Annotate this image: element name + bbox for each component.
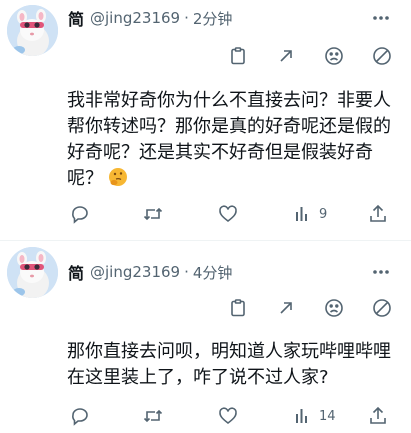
arrow-up-right-icon[interactable] bbox=[274, 44, 298, 68]
post-body: 那你直接去问呗，明知道人家玩哔哩哔哩在这里装上了，咋了说不过人家? bbox=[67, 341, 391, 388]
separator-dot: · bbox=[184, 9, 189, 27]
post-2[interactable]: 简 @jing23169 · 4分钟 那你直接去问呗，明知道人家玩哔哩哔哩在这里… bbox=[0, 242, 411, 433]
reply-icon bbox=[72, 408, 88, 426]
repost-icon bbox=[143, 207, 163, 221]
like-button[interactable] bbox=[217, 202, 239, 226]
author-name[interactable]: 简 bbox=[68, 6, 84, 30]
share-button[interactable] bbox=[367, 202, 389, 226]
author-handle[interactable]: @jing23169 bbox=[90, 9, 180, 27]
post-text: 我非常好奇你为什么不直接去问？非要人帮你转述吗？那你是真的好奇呢还是假的好奇呢？… bbox=[67, 88, 407, 192]
frown-face-icon[interactable] bbox=[322, 296, 346, 320]
post-time[interactable]: 2分钟 bbox=[193, 8, 233, 29]
action-bar: 14 bbox=[0, 402, 411, 430]
block-icon[interactable] bbox=[370, 296, 394, 320]
reply-button[interactable] bbox=[69, 404, 91, 428]
avatar[interactable] bbox=[7, 5, 58, 56]
thinking-face-emoji bbox=[107, 166, 129, 188]
views-icon bbox=[296, 207, 307, 221]
arrow-up-right-icon[interactable] bbox=[274, 296, 298, 320]
clipboard-icon[interactable] bbox=[226, 296, 250, 320]
action-bar: 9 bbox=[0, 200, 411, 228]
like-button[interactable] bbox=[217, 404, 239, 428]
post-header: 简 @jing23169 · 4分钟 bbox=[68, 260, 233, 284]
more-dots-icon[interactable] bbox=[369, 260, 393, 284]
views-button[interactable]: 9 bbox=[293, 202, 327, 226]
views-button[interactable]: 14 bbox=[293, 404, 336, 428]
author-name[interactable]: 简 bbox=[68, 260, 84, 284]
reply-icon bbox=[72, 206, 88, 224]
share-button[interactable] bbox=[367, 404, 389, 428]
share-icon bbox=[370, 406, 386, 424]
like-icon bbox=[219, 407, 237, 425]
post-tools bbox=[226, 296, 394, 320]
views-icon bbox=[296, 409, 307, 423]
more-dots-icon[interactable] bbox=[369, 6, 393, 30]
repost-button[interactable] bbox=[142, 404, 164, 428]
like-icon bbox=[219, 205, 237, 223]
post-text: 那你直接去问呗，明知道人家玩哔哩哔哩在这里装上了，咋了说不过人家? bbox=[67, 339, 407, 391]
frown-face-icon[interactable] bbox=[322, 44, 346, 68]
author-handle[interactable]: @jing23169 bbox=[90, 263, 180, 281]
repost-icon bbox=[143, 409, 163, 423]
clipboard-icon[interactable] bbox=[226, 44, 250, 68]
post-header: 简 @jing23169 · 2分钟 bbox=[68, 6, 233, 30]
repost-button[interactable] bbox=[142, 202, 164, 226]
post-1[interactable]: 简 @jing23169 · 2分钟 我非常好奇你为什么不直接去问？非要人帮你转… bbox=[0, 0, 411, 241]
block-icon[interactable] bbox=[370, 44, 394, 68]
share-icon bbox=[370, 204, 386, 222]
post-time[interactable]: 4分钟 bbox=[193, 262, 233, 283]
views-count: 14 bbox=[319, 408, 336, 424]
separator-dot: · bbox=[184, 263, 189, 281]
post-tools bbox=[226, 44, 394, 68]
views-count: 9 bbox=[319, 206, 328, 222]
avatar[interactable] bbox=[7, 247, 58, 298]
reply-button[interactable] bbox=[69, 202, 91, 226]
